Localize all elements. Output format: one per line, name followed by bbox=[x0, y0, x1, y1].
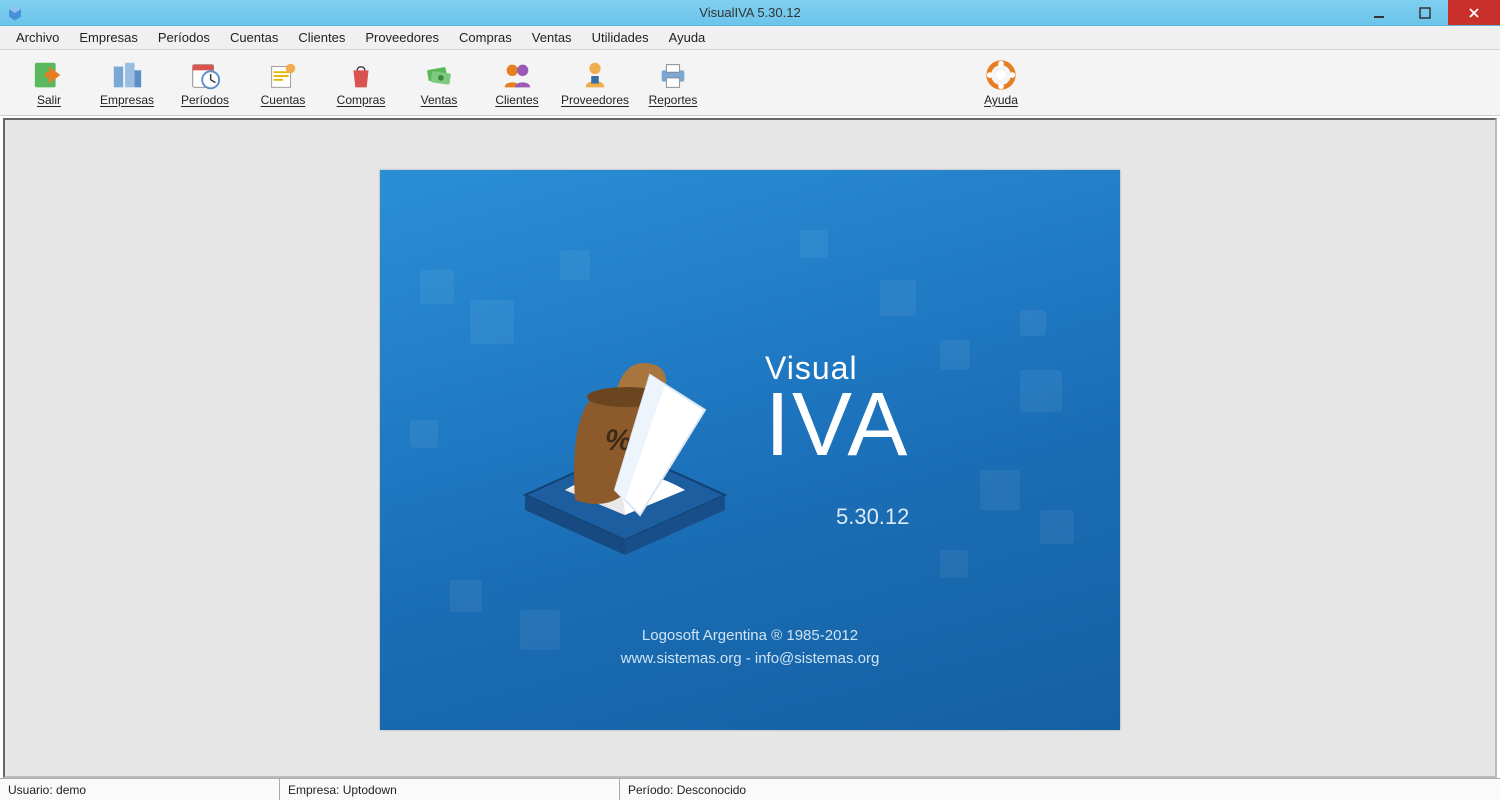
status-user-label: Usuario: bbox=[8, 783, 53, 797]
accounts-icon bbox=[266, 59, 300, 91]
menu-periodos[interactable]: Períodos bbox=[148, 27, 220, 48]
status-user-value: demo bbox=[56, 783, 86, 797]
clientes-button[interactable]: Clientes bbox=[478, 53, 556, 113]
menu-ayuda[interactable]: Ayuda bbox=[659, 27, 716, 48]
ayuda-button[interactable]: Ayuda bbox=[962, 53, 1040, 113]
menu-ventas[interactable]: Ventas bbox=[522, 27, 582, 48]
exit-icon bbox=[32, 59, 66, 91]
minimize-button[interactable] bbox=[1356, 0, 1402, 25]
shopping-bag-icon bbox=[344, 59, 378, 91]
status-company-label: Empresa: bbox=[288, 783, 339, 797]
window-title: VisualIVA 5.30.12 bbox=[699, 5, 800, 20]
menu-compras[interactable]: Compras bbox=[449, 27, 522, 48]
money-icon bbox=[422, 59, 456, 91]
ventas-button[interactable]: Ventas bbox=[400, 53, 478, 113]
splash-version: 5.30.12 bbox=[765, 504, 909, 530]
statusbar: Usuario: demo Empresa: Uptodown Período:… bbox=[0, 778, 1500, 800]
status-period-value: Desconocido bbox=[677, 783, 746, 797]
salir-button[interactable]: Salir bbox=[10, 53, 88, 113]
empresas-label: Empresas bbox=[100, 93, 154, 107]
splash-text: Visual IVA 5.30.12 bbox=[765, 350, 909, 530]
splash-footer: Logosoft Argentina ® 1985-2012 www.siste… bbox=[380, 625, 1120, 670]
cuentas-button[interactable]: Cuentas bbox=[244, 53, 322, 113]
splash-copyright: Logosoft Argentina ® 1985-2012 bbox=[380, 625, 1120, 648]
reportes-label: Reportes bbox=[649, 93, 698, 107]
splash-title-line2: IVA bbox=[765, 387, 909, 464]
splash-contact: www.sistemas.org - info@sistemas.org bbox=[380, 648, 1120, 671]
app-icon bbox=[6, 4, 24, 22]
compras-button[interactable]: Compras bbox=[322, 53, 400, 113]
menu-clientes[interactable]: Clientes bbox=[288, 27, 355, 48]
close-button[interactable] bbox=[1448, 0, 1500, 25]
status-period-label: Período: bbox=[628, 783, 673, 797]
splash-panel: % Visual IVA 5.30.12 Logosoft Argentina … bbox=[380, 170, 1120, 730]
compras-label: Compras bbox=[337, 93, 386, 107]
menu-archivo[interactable]: Archivo bbox=[6, 27, 69, 48]
menu-empresas[interactable]: Empresas bbox=[69, 27, 148, 48]
menu-proveedores[interactable]: Proveedores bbox=[355, 27, 449, 48]
periodos-button[interactable]: Períodos bbox=[166, 53, 244, 113]
salir-label: Salir bbox=[37, 93, 61, 107]
proveedores-label: Proveedores bbox=[561, 93, 629, 107]
workarea: % Visual IVA 5.30.12 Logosoft Argentina … bbox=[3, 118, 1497, 778]
titlebar: VisualIVA 5.30.12 bbox=[0, 0, 1500, 26]
status-company-value: Uptodown bbox=[343, 783, 397, 797]
buildings-icon bbox=[110, 59, 144, 91]
clock-calendar-icon bbox=[188, 59, 222, 91]
status-period: Período: Desconocido bbox=[620, 779, 1500, 800]
proveedores-button[interactable]: Proveedores bbox=[556, 53, 634, 113]
empresas-button[interactable]: Empresas bbox=[88, 53, 166, 113]
menu-utilidades[interactable]: Utilidades bbox=[582, 27, 659, 48]
printer-icon bbox=[656, 59, 690, 91]
menubar: Archivo Empresas Períodos Cuentas Client… bbox=[0, 26, 1500, 50]
status-user: Usuario: demo bbox=[0, 779, 280, 800]
help-icon bbox=[984, 59, 1018, 91]
reportes-button[interactable]: Reportes bbox=[634, 53, 712, 113]
menu-cuentas[interactable]: Cuentas bbox=[220, 27, 288, 48]
splash-content: % Visual IVA 5.30.12 bbox=[495, 315, 909, 565]
supplier-icon bbox=[578, 59, 612, 91]
clientes-label: Clientes bbox=[495, 93, 538, 107]
app-logo-icon: % bbox=[495, 315, 755, 565]
maximize-button[interactable] bbox=[1402, 0, 1448, 25]
window-controls bbox=[1356, 0, 1500, 25]
cuentas-label: Cuentas bbox=[261, 93, 306, 107]
ayuda-label: Ayuda bbox=[984, 93, 1018, 107]
ventas-label: Ventas bbox=[421, 93, 458, 107]
toolbar: Salir Empresas Períodos Cuentas Compras … bbox=[0, 50, 1500, 116]
status-company: Empresa: Uptodown bbox=[280, 779, 620, 800]
people-icon bbox=[500, 59, 534, 91]
periodos-label: Períodos bbox=[181, 93, 229, 107]
